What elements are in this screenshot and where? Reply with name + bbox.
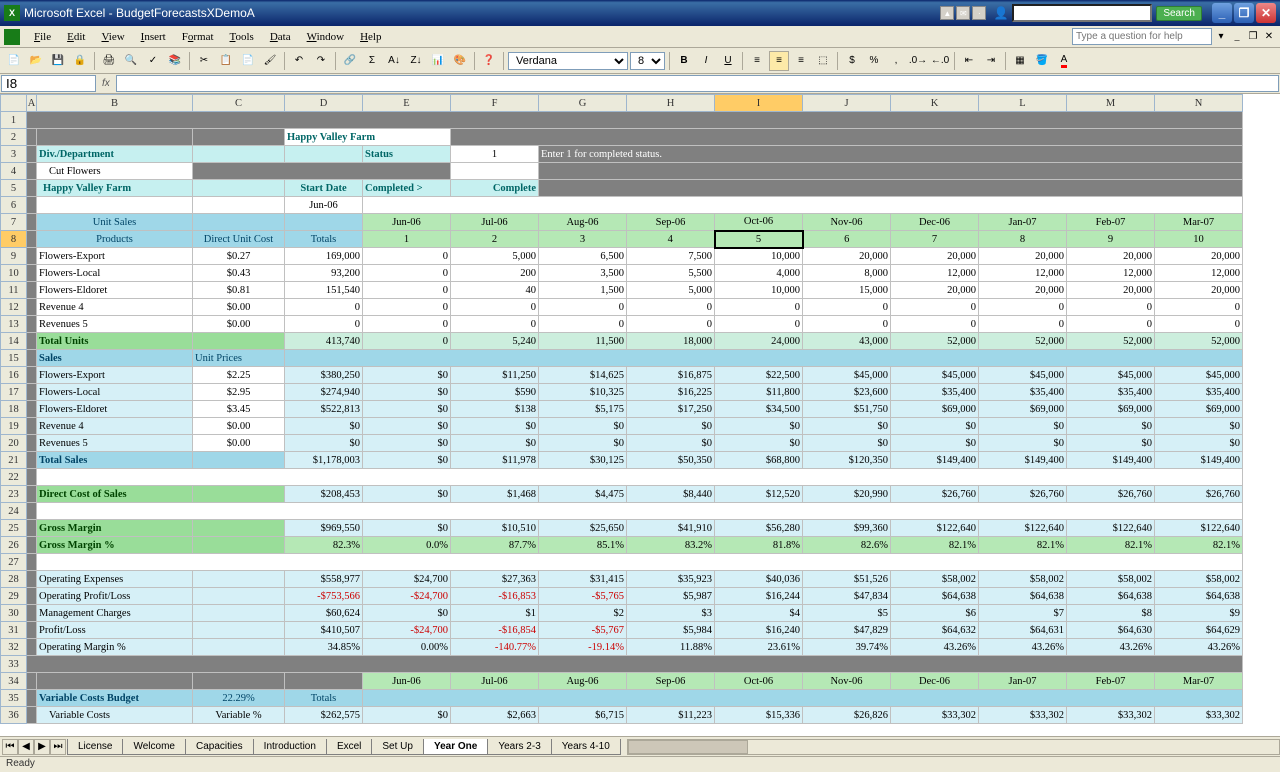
- autosum-button[interactable]: Σ: [362, 51, 382, 71]
- window-title: Microsoft Excel - BudgetForecastsXDemoA: [24, 6, 255, 20]
- sheet-tab[interactable]: Set Up: [371, 739, 424, 755]
- permission-button[interactable]: 🔒: [70, 51, 90, 71]
- selected-cell: 5: [715, 231, 803, 248]
- sheet-tab-active[interactable]: Year One: [423, 739, 488, 755]
- tab-next-button[interactable]: ▶: [34, 739, 50, 755]
- undo-button[interactable]: ↶: [289, 51, 309, 71]
- sheet-tab[interactable]: Years 4-10: [551, 739, 621, 755]
- open-button[interactable]: 📂: [26, 51, 46, 71]
- paste-button[interactable]: 📄: [238, 51, 258, 71]
- print-button[interactable]: 🖨: [99, 51, 119, 71]
- menu-insert[interactable]: Insert: [133, 29, 174, 45]
- search-input[interactable]: [1012, 4, 1152, 22]
- menu-view[interactable]: View: [93, 29, 132, 45]
- menu-help[interactable]: Help: [352, 29, 389, 45]
- new-button[interactable]: 📄: [4, 51, 24, 71]
- copy-button[interactable]: 📋: [216, 51, 236, 71]
- status-bar: Ready: [0, 756, 1280, 772]
- cut-button[interactable]: ✂: [194, 51, 214, 71]
- chart-button[interactable]: 📊: [428, 51, 448, 71]
- sheet-tab[interactable]: Introduction: [253, 739, 327, 755]
- standard-toolbar: 📄 📂 💾 🔒 🖨 🔍 ✓ 📚 ✂ 📋 📄 🖌 ↶ ↷ 🔗 Σ A↓ Z↓ 📊 …: [0, 48, 1280, 74]
- format-painter-button[interactable]: 🖌: [260, 51, 280, 71]
- menu-edit[interactable]: Edit: [59, 29, 93, 45]
- sheet-tab[interactable]: License: [67, 739, 123, 755]
- sheet-tab[interactable]: Excel: [326, 739, 372, 755]
- percent-button[interactable]: %: [864, 51, 884, 71]
- sheet-tab[interactable]: Years 2-3: [487, 739, 551, 755]
- help-search-input[interactable]: [1072, 28, 1212, 45]
- font-name-select[interactable]: Verdana: [508, 52, 628, 70]
- tab-prev-button[interactable]: ◀: [18, 739, 34, 755]
- redo-button[interactable]: ↷: [311, 51, 331, 71]
- help-button[interactable]: ❓: [479, 51, 499, 71]
- sort-desc-button[interactable]: Z↓: [406, 51, 426, 71]
- align-left-button[interactable]: ≡: [747, 51, 767, 71]
- formula-bar: fx: [0, 74, 1280, 94]
- drawing-button[interactable]: 🎨: [450, 51, 470, 71]
- doc-close-button[interactable]: ✕: [1262, 30, 1276, 44]
- name-box[interactable]: [1, 75, 96, 92]
- italic-button[interactable]: I: [696, 51, 716, 71]
- window-titlebar: X Microsoft Excel - BudgetForecastsXDemo…: [0, 0, 1280, 26]
- menu-tools[interactable]: Tools: [222, 29, 262, 45]
- inc-indent-button[interactable]: ⇥: [981, 51, 1001, 71]
- borders-button[interactable]: ▦: [1010, 51, 1030, 71]
- addin-icons: ▲✉·: [940, 6, 986, 20]
- search-button[interactable]: Search: [1156, 6, 1202, 21]
- comma-button[interactable]: ,: [886, 51, 906, 71]
- spell-button[interactable]: ✓: [143, 51, 163, 71]
- sheet-tabstrip: ⏮ ◀ ▶ ⏭ License Welcome Capacities Intro…: [0, 736, 1280, 756]
- spreadsheet-grid[interactable]: AB CD EF GH IJ KL MN 1 2Happy Valley Far…: [0, 94, 1280, 748]
- menu-data[interactable]: Data: [262, 29, 299, 45]
- save-button[interactable]: 💾: [48, 51, 68, 71]
- menu-file[interactable]: File: [26, 29, 59, 45]
- sheet-tab[interactable]: Capacities: [185, 739, 254, 755]
- person-icon[interactable]: 👤: [994, 6, 1008, 20]
- help-dropdown-icon[interactable]: ▾: [1214, 30, 1228, 44]
- align-center-button[interactable]: ≡: [769, 51, 789, 71]
- currency-button[interactable]: $: [842, 51, 862, 71]
- menu-format[interactable]: Format: [174, 29, 222, 45]
- minimize-button[interactable]: _: [1212, 3, 1232, 23]
- tab-last-button[interactable]: ⏭: [50, 739, 66, 755]
- sort-asc-button[interactable]: A↓: [384, 51, 404, 71]
- maximize-button[interactable]: ❐: [1234, 3, 1254, 23]
- sheet-tab[interactable]: Welcome: [122, 739, 186, 755]
- tab-first-button[interactable]: ⏮: [2, 739, 18, 755]
- underline-button[interactable]: U: [718, 51, 738, 71]
- dec-indent-button[interactable]: ⇤: [959, 51, 979, 71]
- horizontal-scrollbar[interactable]: [627, 739, 1280, 755]
- formula-input[interactable]: [116, 75, 1279, 92]
- excel-icon: X: [4, 5, 20, 21]
- close-button[interactable]: ✕: [1256, 3, 1276, 23]
- merge-button[interactable]: ⬚: [813, 51, 833, 71]
- column-headers[interactable]: AB CD EF GH IJ KL MN: [1, 95, 1243, 112]
- hyperlink-button[interactable]: 🔗: [340, 51, 360, 71]
- fx-label[interactable]: fx: [96, 78, 116, 89]
- font-color-button[interactable]: A: [1054, 51, 1074, 71]
- doc-restore-button[interactable]: ❐: [1246, 30, 1260, 44]
- status-text: Ready: [6, 758, 35, 769]
- preview-button[interactable]: 🔍: [121, 51, 141, 71]
- menu-window[interactable]: Window: [299, 29, 352, 45]
- bold-button[interactable]: B: [674, 51, 694, 71]
- workbook-icon: [4, 29, 20, 45]
- font-size-select[interactable]: 8: [630, 52, 665, 70]
- research-button[interactable]: 📚: [165, 51, 185, 71]
- fill-color-button[interactable]: 🪣: [1032, 51, 1052, 71]
- align-right-button[interactable]: ≡: [791, 51, 811, 71]
- inc-decimal-button[interactable]: .0→: [908, 51, 928, 71]
- dec-decimal-button[interactable]: ←.0: [930, 51, 950, 71]
- menu-bar: File Edit View Insert Format Tools Data …: [0, 26, 1280, 48]
- doc-minimize-button[interactable]: _: [1230, 30, 1244, 44]
